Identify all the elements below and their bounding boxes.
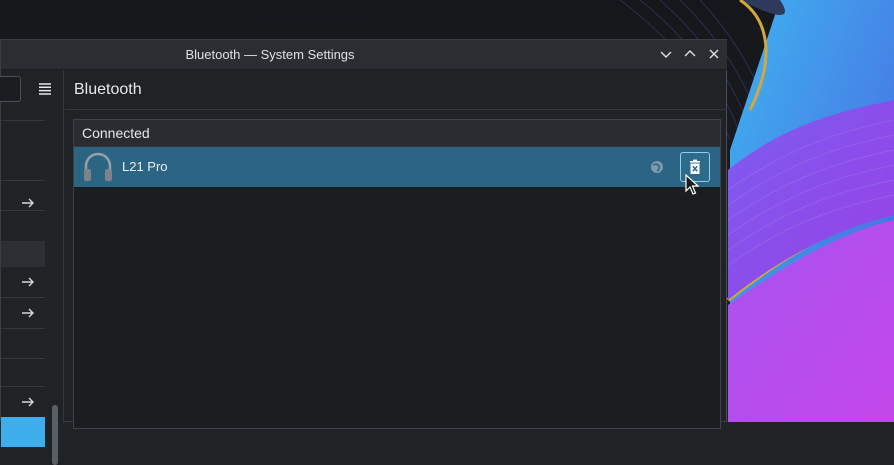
sidebar-item[interactable]	[1, 267, 45, 297]
page-header: Bluetooth	[65, 70, 727, 110]
section-header: Connected	[74, 120, 720, 147]
mouse-pointer-icon	[685, 174, 700, 195]
headphones-icon	[84, 152, 112, 181]
sidebar-divider	[1, 120, 45, 121]
device-list: Connected L21 Pro	[73, 119, 721, 429]
network-icon	[651, 161, 663, 173]
sidebar	[0, 70, 64, 465]
system-settings-window: Bluetooth — System Settings Bluetooth Co…	[0, 39, 727, 465]
device-name: L21 Pro	[122, 159, 168, 174]
close-button[interactable]	[705, 45, 723, 63]
device-row-l21-pro[interactable]: L21 Pro	[74, 147, 720, 187]
sidebar-item-hover[interactable]	[1, 241, 45, 267]
sidebar-divider	[1, 210, 45, 211]
minimize-button[interactable]	[657, 45, 675, 63]
sidebar-divider	[1, 328, 45, 329]
section-label: Connected	[82, 125, 150, 141]
sidebar-item[interactable]	[1, 387, 45, 417]
page-title: Bluetooth	[74, 81, 142, 98]
sidebar-divider	[1, 358, 45, 359]
arrow-right-icon	[22, 308, 34, 318]
sidebar-search-field[interactable]	[0, 76, 21, 102]
hamburger-menu-icon[interactable]	[37, 81, 53, 97]
window-title: Bluetooth — System Settings	[185, 47, 355, 62]
arrow-right-icon	[22, 397, 34, 407]
sidebar-item[interactable]	[1, 188, 45, 218]
maximize-button[interactable]	[681, 45, 699, 63]
close-icon	[709, 49, 719, 59]
title-bar[interactable]: Bluetooth — System Settings	[1, 40, 727, 70]
sidebar-scrollbar[interactable]	[52, 405, 58, 465]
chevron-up-icon	[684, 50, 696, 57]
trash-icon	[690, 159, 700, 174]
sidebar-item[interactable]	[1, 298, 45, 328]
chevron-down-icon	[660, 51, 672, 58]
arrow-right-icon	[22, 277, 34, 287]
arrow-right-icon	[22, 198, 34, 208]
sidebar-divider	[1, 386, 45, 387]
sidebar-divider	[1, 180, 45, 181]
